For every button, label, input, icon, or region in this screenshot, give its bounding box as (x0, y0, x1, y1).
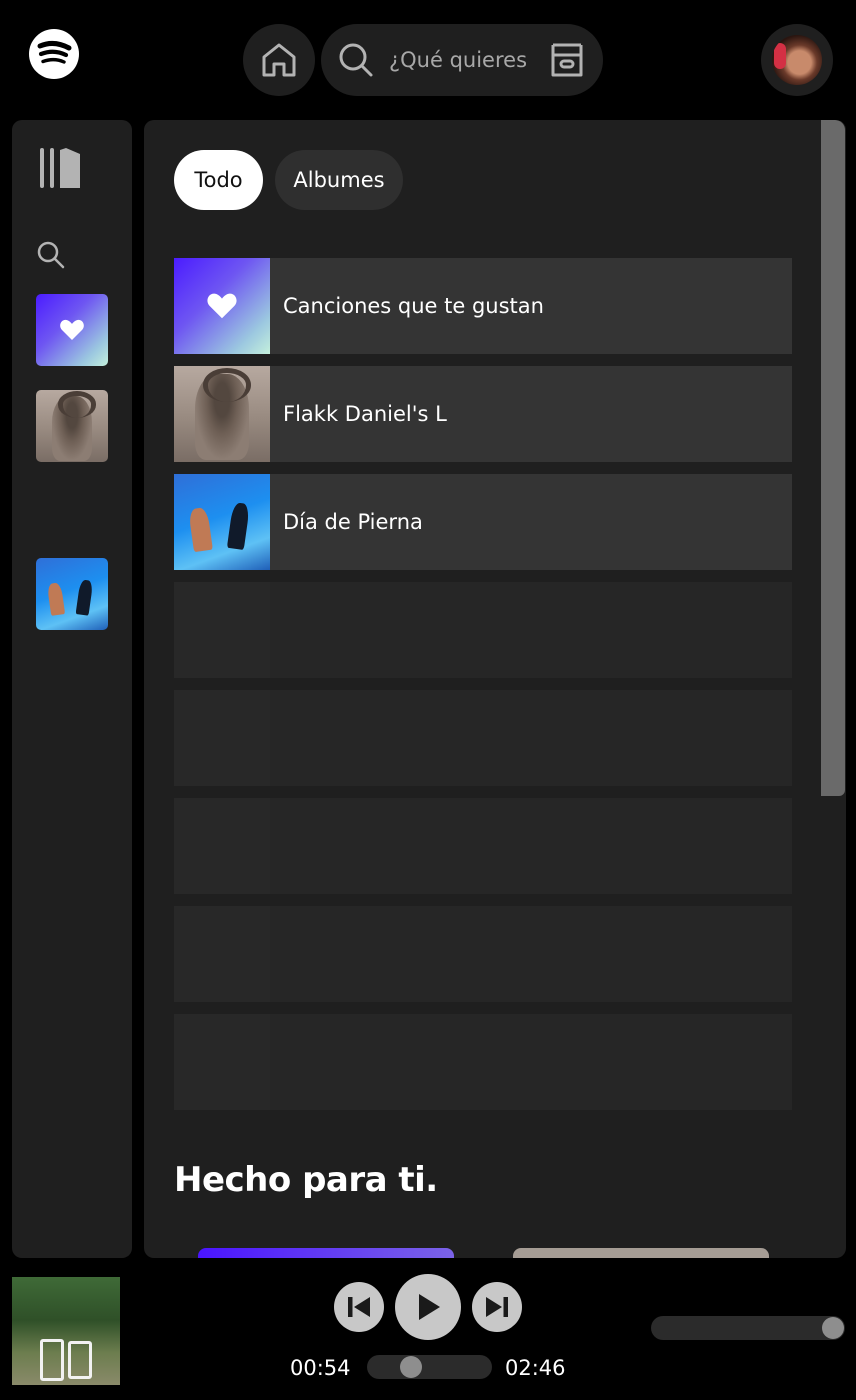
home-icon (262, 43, 296, 77)
app-window: Todo Albumes Canciones que te gustan Fla… (0, 0, 856, 1400)
album-cover (174, 366, 270, 462)
progress-bar[interactable] (367, 1355, 492, 1379)
volume-knob[interactable] (822, 1317, 844, 1339)
heart-icon (207, 293, 237, 319)
library-row-placeholder (174, 798, 792, 894)
library-row-flakk[interactable]: Flakk Daniel's L (174, 366, 792, 462)
placeholder-cover (174, 690, 270, 786)
filter-chip-albums[interactable]: Albumes (275, 150, 403, 210)
library-row-placeholder (174, 582, 792, 678)
library-icon[interactable] (38, 146, 82, 190)
sidebar-item-liked-songs[interactable] (36, 294, 108, 366)
row-title: Canciones que te gustan (283, 294, 544, 318)
library-sidebar (12, 120, 132, 1258)
library-row-placeholder (174, 690, 792, 786)
library-row-placeholder (174, 906, 792, 1002)
skip-next-icon (486, 1297, 508, 1317)
scrollbar-thumb[interactable] (821, 120, 845, 796)
volume-slider[interactable] (651, 1316, 845, 1340)
library-row-dia-de-pierna[interactable]: Día de Pierna (174, 474, 792, 570)
search-bar[interactable] (321, 24, 603, 96)
browse-icon[interactable] (547, 42, 587, 80)
current-time: 00:54 (290, 1356, 351, 1380)
library-row-placeholder (174, 1014, 792, 1110)
mix-card[interactable] (198, 1248, 454, 1258)
library-row-liked-songs[interactable]: Canciones que te gustan (174, 258, 792, 354)
placeholder-cover (174, 906, 270, 1002)
play-icon (419, 1294, 440, 1320)
album-cover (174, 474, 270, 570)
next-button[interactable] (472, 1282, 522, 1332)
play-button[interactable] (395, 1274, 461, 1340)
progress-knob[interactable] (400, 1356, 423, 1378)
sidebar-item-flakk-cover[interactable] (36, 390, 108, 462)
placeholder-cover (174, 798, 270, 894)
search-icon (339, 43, 373, 77)
section-title-made-for-you: Hecho para ti. (174, 1160, 438, 1200)
placeholder-cover (174, 1014, 270, 1110)
sidebar-item-dia-cover[interactable] (36, 558, 108, 630)
track-duration: 02:46 (505, 1356, 566, 1380)
mix-card[interactable] (513, 1248, 769, 1258)
liked-songs-cover (174, 258, 270, 354)
search-icon[interactable] (36, 240, 66, 270)
now-playing-cover[interactable] (12, 1277, 120, 1385)
search-input[interactable] (389, 42, 539, 78)
home-button[interactable] (243, 24, 315, 96)
main-library-panel: Todo Albumes Canciones que te gustan Fla… (144, 120, 846, 1258)
filter-chip-all[interactable]: Todo (174, 150, 263, 210)
row-title: Día de Pierna (283, 510, 423, 534)
skip-previous-icon (348, 1297, 370, 1317)
previous-button[interactable] (334, 1282, 384, 1332)
avatar (772, 35, 822, 85)
spotify-logo-icon[interactable] (29, 29, 79, 79)
heart-icon (60, 319, 84, 340)
row-title: Flakk Daniel's L (283, 402, 447, 426)
placeholder-cover (174, 582, 270, 678)
user-avatar-button[interactable] (761, 24, 833, 96)
